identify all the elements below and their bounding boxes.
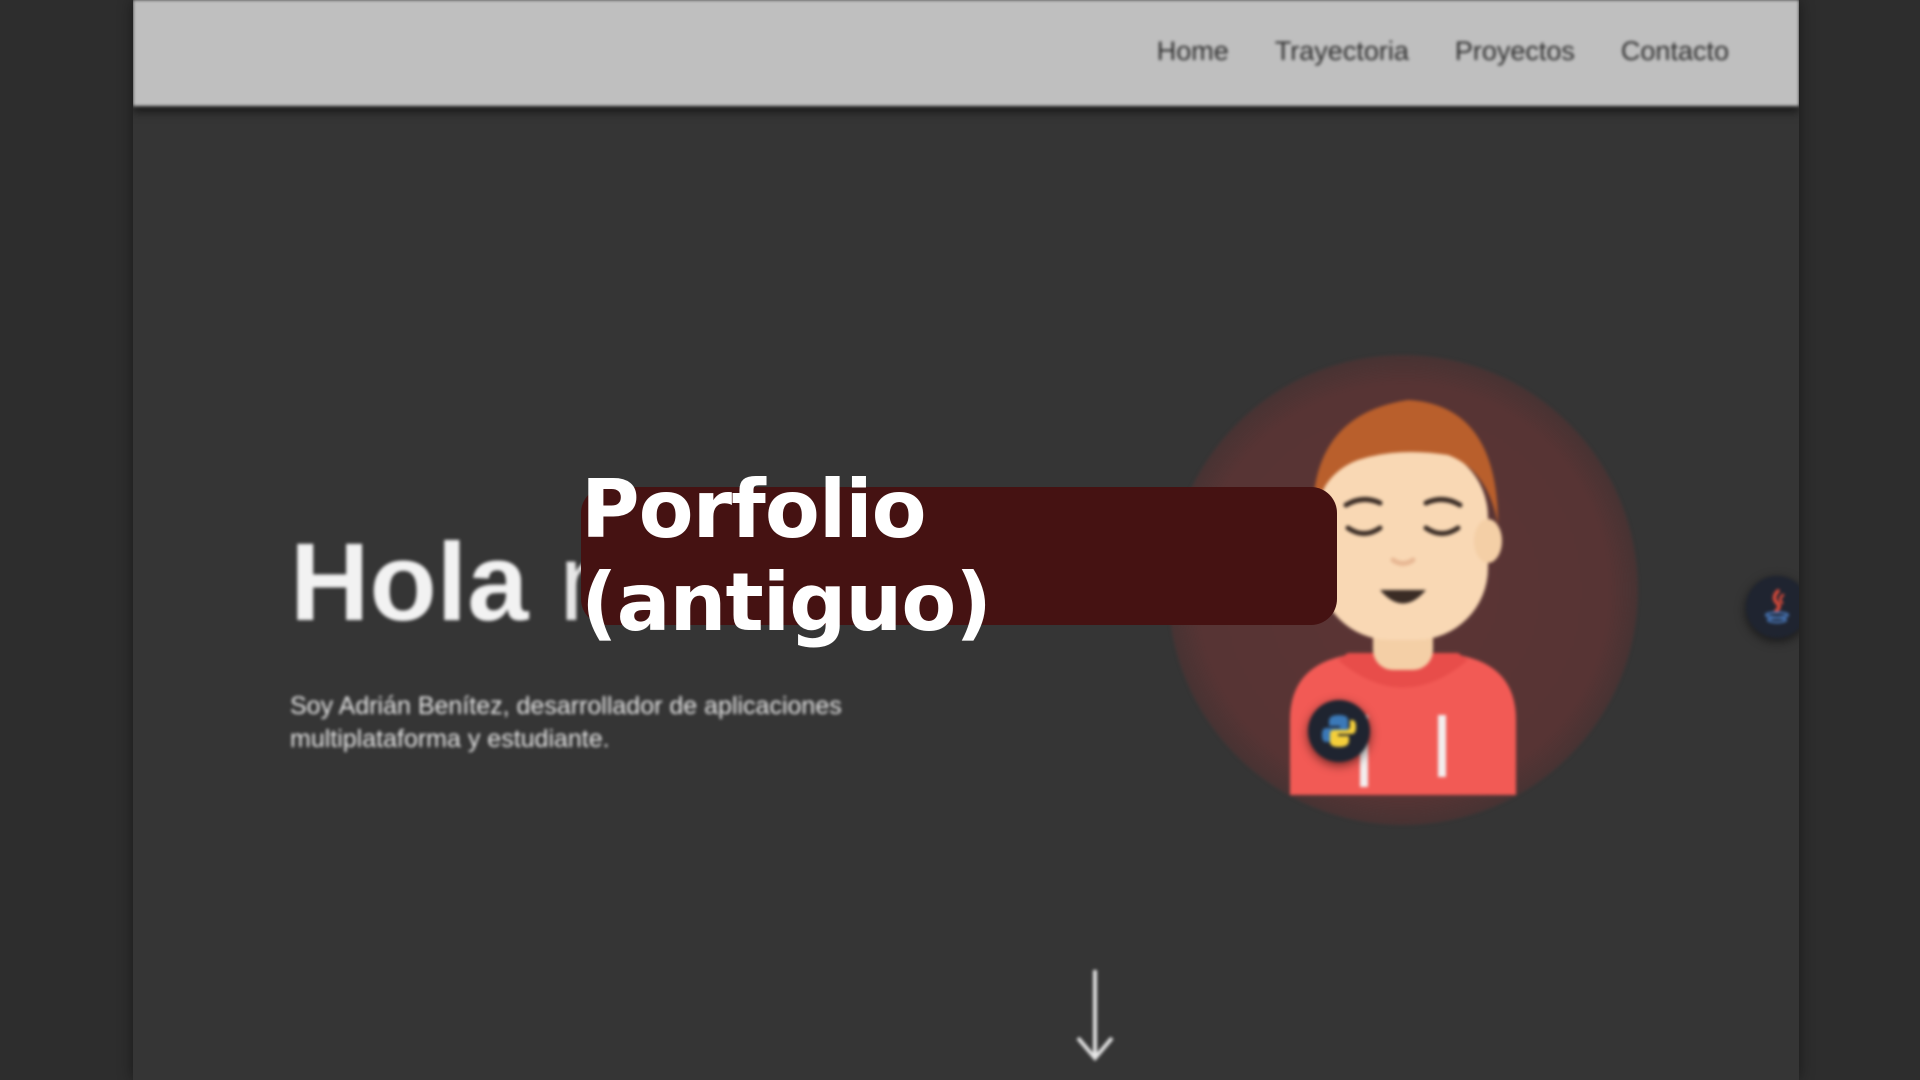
hero-subtitle-line-2: multiplataforma y estudiante. [290,725,610,753]
top-navbar: Home Trayectoria Proyectos Contacto [133,0,1799,106]
python-logo [1322,715,1356,747]
overlay-title-text: Porfolio (antiguo) [581,463,992,649]
java-logo [1765,589,1789,624]
nav-proyectos-link[interactable]: Proyectos [1455,36,1575,67]
hero-title-bold: Hola [290,521,529,644]
nav-contacto-link[interactable]: Contacto [1621,36,1729,67]
python-icon [1308,700,1370,762]
hero-subtitle: Soy Adrián Benítez, desarrollador de apl… [290,690,990,756]
nav-trayectoria-link[interactable]: Trayectoria [1275,36,1409,67]
overlay-title-badge: Porfolio (antiguo) [581,463,1337,649]
java-icon [1746,576,1799,638]
nav-links: Home Trayectoria Proyectos Contacto [1111,36,1729,67]
scroll-down-arrow-icon[interactable] [1070,968,1120,1063]
nav-home-link[interactable]: Home [1157,36,1229,67]
hero-subtitle-line-1: Soy Adrián Benítez, desarrollador de apl… [290,692,842,720]
